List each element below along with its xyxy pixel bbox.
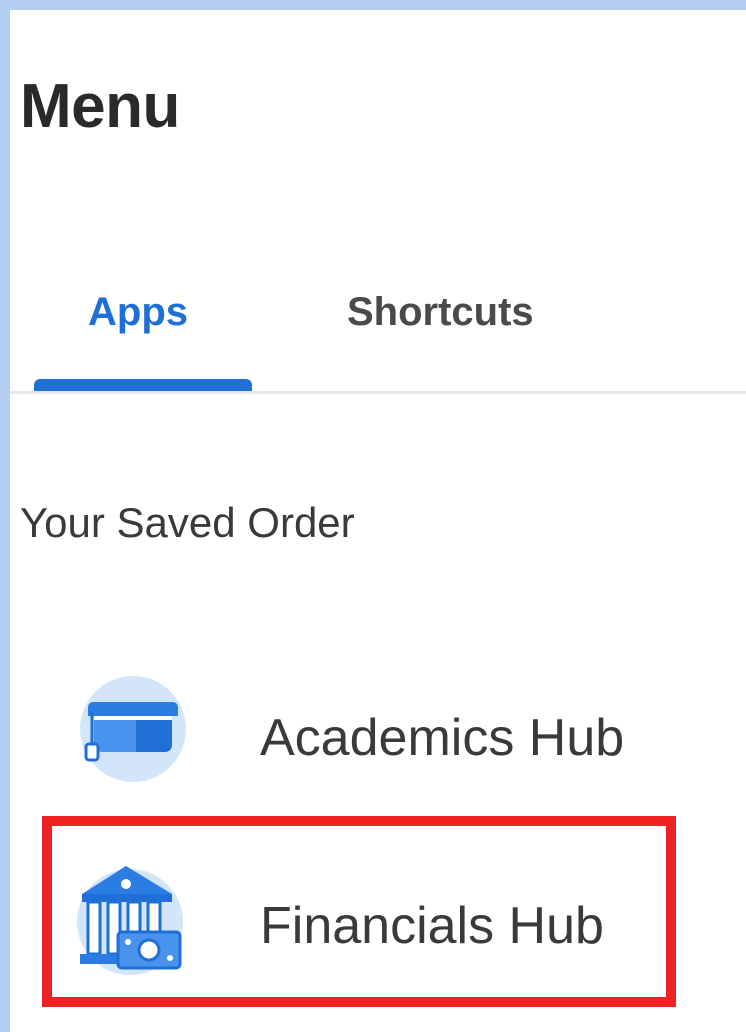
saved-order-label: Your Saved Order xyxy=(20,499,355,546)
tab-divider xyxy=(10,391,746,394)
tab-shortcuts[interactable]: Shortcuts xyxy=(347,292,534,332)
app-label: Academics Hub xyxy=(260,709,625,767)
graduation-cap-icon xyxy=(68,664,198,794)
menu-panel: Menu Apps Shortcuts Your Saved Order Aca… xyxy=(10,10,746,1032)
menu-title: Menu xyxy=(20,72,180,141)
app-item-academics-hub[interactable]: Academics Hub xyxy=(50,660,670,820)
tab-apps[interactable]: Apps xyxy=(88,292,188,332)
active-tab-indicator xyxy=(34,379,252,391)
highlight-box xyxy=(42,816,676,1007)
